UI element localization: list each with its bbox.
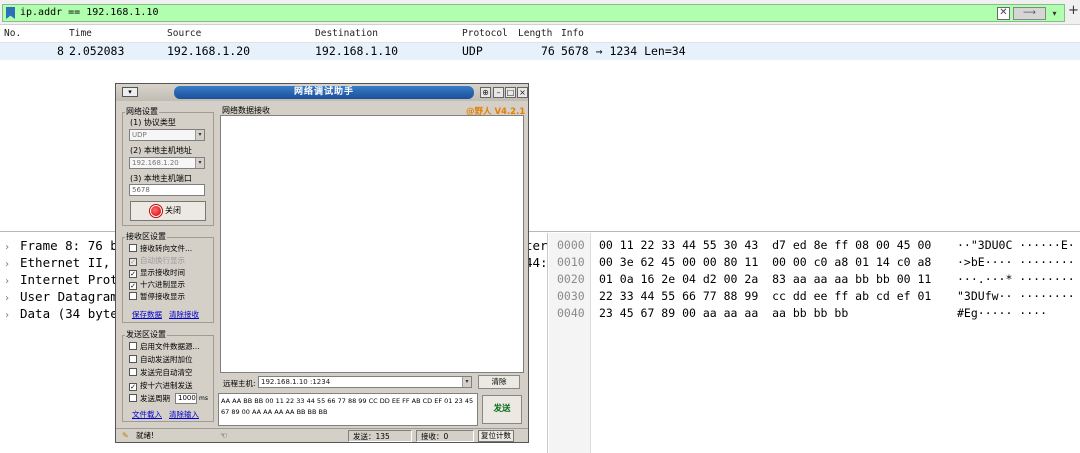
netassist-window: ▾ 网络调试助手 ⊕ – □ × 网络设置 (1) 协议类型 UDP ▾ (2) … bbox=[115, 83, 529, 443]
local-host-label: (2) 本地主机地址 bbox=[130, 146, 192, 155]
packet-list-header: No. Time Source Destination Protocol Len… bbox=[0, 26, 1080, 43]
column-no[interactable]: No. bbox=[4, 28, 21, 39]
checkbox-box[interactable]: ✓ bbox=[129, 258, 137, 266]
netassist-title-bar[interactable]: ▾ 网络调试助手 ⊕ – □ × bbox=[116, 84, 528, 101]
send-data-input[interactable]: AA AA BB BB 00 11 22 33 44 55 66 77 88 9… bbox=[218, 393, 478, 426]
packet-protocol: UDP bbox=[462, 44, 483, 58]
chevron-down-icon[interactable]: ▾ bbox=[195, 130, 204, 140]
remote-host-select[interactable]: 192.168.1.10 :1234 ▾ bbox=[258, 376, 472, 388]
local-port-label: (3) 本地主机端口 bbox=[130, 174, 192, 183]
reset-count-button[interactable]: 复位计数 bbox=[478, 430, 514, 442]
tree-item-udp[interactable]: › User Datagram bbox=[4, 288, 118, 305]
netassist-status-bar: ✎ 就绪! ☜ 发送：135 接收：0 复位计数 bbox=[116, 428, 528, 442]
expand-arrow-icon[interactable]: › bbox=[4, 307, 20, 324]
send-period-unit: ms bbox=[199, 395, 208, 402]
protocol-type-label: (1) 协议类型 bbox=[130, 118, 176, 127]
checkbox-box[interactable]: ✓ bbox=[129, 270, 137, 278]
column-destination[interactable]: Destination bbox=[315, 28, 378, 39]
send-period-input[interactable]: 1000 bbox=[175, 393, 197, 404]
remote-host-label: 远程主机: bbox=[223, 379, 256, 388]
clear-button[interactable]: 清除 bbox=[478, 375, 520, 389]
hex-send-checkbox[interactable]: ✓ 按十六进制发送 bbox=[129, 381, 193, 392]
checkbox-box[interactable] bbox=[129, 292, 137, 300]
display-filter-bar: ip.addr == 192.168.1.10 ✕ ⟶ ▾ + bbox=[0, 0, 1080, 25]
local-port-input[interactable]: 5678 bbox=[129, 184, 205, 196]
received-count: 接收：0 bbox=[416, 430, 474, 442]
status-icon: ✎ bbox=[122, 431, 129, 440]
maximize-icon[interactable]: □ bbox=[505, 87, 516, 98]
tree-item-frame[interactable]: › Frame 8: 76 by ter bbox=[4, 237, 548, 254]
packet-info: 5678 → 1234 Len=34 bbox=[561, 44, 686, 58]
checkbox-box[interactable] bbox=[129, 342, 137, 350]
send-button[interactable]: 发送 bbox=[482, 395, 522, 424]
packet-source: 192.168.1.20 bbox=[167, 44, 251, 58]
local-host-select[interactable]: 192.168.1.20 ▾ bbox=[129, 157, 205, 169]
file-source-checkbox[interactable]: 启用文件数据源... bbox=[129, 342, 200, 353]
recv-to-file-checkbox[interactable]: 接收转向文件... bbox=[129, 244, 192, 255]
chevron-down-icon[interactable]: ▾ bbox=[462, 377, 471, 387]
clear-input-link[interactable]: 清除输入 bbox=[169, 409, 199, 420]
tree-item-data[interactable]: › Data (34 bytes bbox=[4, 305, 125, 322]
checkbox-box[interactable] bbox=[129, 355, 137, 363]
column-time[interactable]: Time bbox=[69, 28, 92, 39]
clear-recv-link[interactable]: 清除接收 bbox=[169, 309, 199, 320]
recv-settings-label: 接收区设置 bbox=[125, 231, 167, 242]
column-protocol[interactable]: Protocol bbox=[462, 28, 508, 39]
bookmark-icon[interactable] bbox=[6, 7, 15, 19]
send-period-checkbox[interactable]: 发送周期 bbox=[129, 394, 170, 405]
file-load-link[interactable]: 文件载入 bbox=[132, 409, 162, 420]
pin-icon[interactable]: ⊕ bbox=[480, 87, 491, 98]
checkbox-box[interactable] bbox=[129, 368, 137, 376]
checkbox-box[interactable]: ✓ bbox=[129, 383, 137, 391]
tree-item-ethernet[interactable]: › Ethernet II, S 44: bbox=[4, 254, 548, 271]
display-filter-input[interactable]: ip.addr == 192.168.1.10 ✕ ⟶ ▾ bbox=[2, 4, 1065, 22]
system-menu-icon[interactable]: ▾ bbox=[122, 87, 138, 97]
show-recv-time-checkbox[interactable]: ✓ 显示接收时间 bbox=[129, 268, 185, 279]
status-led-icon bbox=[151, 206, 161, 216]
window-title: 网络调试助手 bbox=[174, 86, 474, 99]
apply-filter-button[interactable]: ⟶ bbox=[1013, 7, 1046, 20]
auto-append-checkbox[interactable]: 自动发送附加位 bbox=[129, 355, 193, 366]
checkbox-box[interactable] bbox=[129, 394, 137, 402]
auto-wrap-checkbox[interactable]: ✓ 自动换行显示 bbox=[129, 256, 185, 267]
protocol-type-select[interactable]: UDP ▾ bbox=[129, 129, 205, 141]
packet-length: 76 bbox=[541, 44, 555, 58]
packet-destination: 192.168.1.10 bbox=[315, 44, 399, 58]
close-window-icon[interactable]: × bbox=[517, 87, 528, 98]
checkbox-box[interactable]: ✓ bbox=[129, 282, 137, 290]
hex-display-checkbox[interactable]: ✓ 十六进制显示 bbox=[129, 280, 185, 291]
packet-bytes-pane: 0000 00 11 22 33 44 55 30 43 d7 ed 8e ff … bbox=[549, 233, 1080, 453]
packet-no: 8 bbox=[57, 44, 64, 58]
pause-recv-checkbox[interactable]: 暂停接收显示 bbox=[129, 292, 185, 303]
packet-row[interactable]: 8 2.052083 192.168.1.20 192.168.1.10 UDP… bbox=[0, 43, 1080, 60]
clear-filter-button[interactable]: ✕ bbox=[997, 7, 1010, 20]
tree-item-ip[interactable]: › Internet Proto bbox=[4, 271, 125, 288]
cursor-hand-icon: ☜ bbox=[220, 431, 228, 440]
auto-clear-checkbox[interactable]: 发送完自动清空 bbox=[129, 368, 193, 379]
column-info[interactable]: Info bbox=[561, 28, 584, 39]
status-ready: 就绪! bbox=[136, 431, 155, 440]
column-length[interactable]: Length bbox=[518, 28, 552, 39]
save-data-link[interactable]: 保存数据 bbox=[132, 309, 162, 320]
display-filter-text: ip.addr == 192.168.1.10 bbox=[20, 7, 159, 18]
packet-time: 2.052083 bbox=[69, 44, 125, 58]
column-source[interactable]: Source bbox=[167, 28, 201, 39]
recv-data-area[interactable] bbox=[220, 115, 524, 373]
add-filter-button[interactable]: + bbox=[1068, 4, 1079, 18]
filter-history-dropdown-icon[interactable]: ▾ bbox=[1048, 7, 1061, 20]
close-connection-button[interactable]: 关闭 bbox=[130, 201, 206, 221]
minimize-icon[interactable]: – bbox=[493, 87, 504, 98]
net-settings-label: 网络设置 bbox=[125, 106, 159, 117]
send-settings-label: 发送区设置 bbox=[125, 329, 167, 340]
checkbox-box[interactable] bbox=[129, 244, 137, 252]
sent-count: 发送：135 bbox=[348, 430, 412, 442]
chevron-down-icon[interactable]: ▾ bbox=[195, 158, 204, 168]
